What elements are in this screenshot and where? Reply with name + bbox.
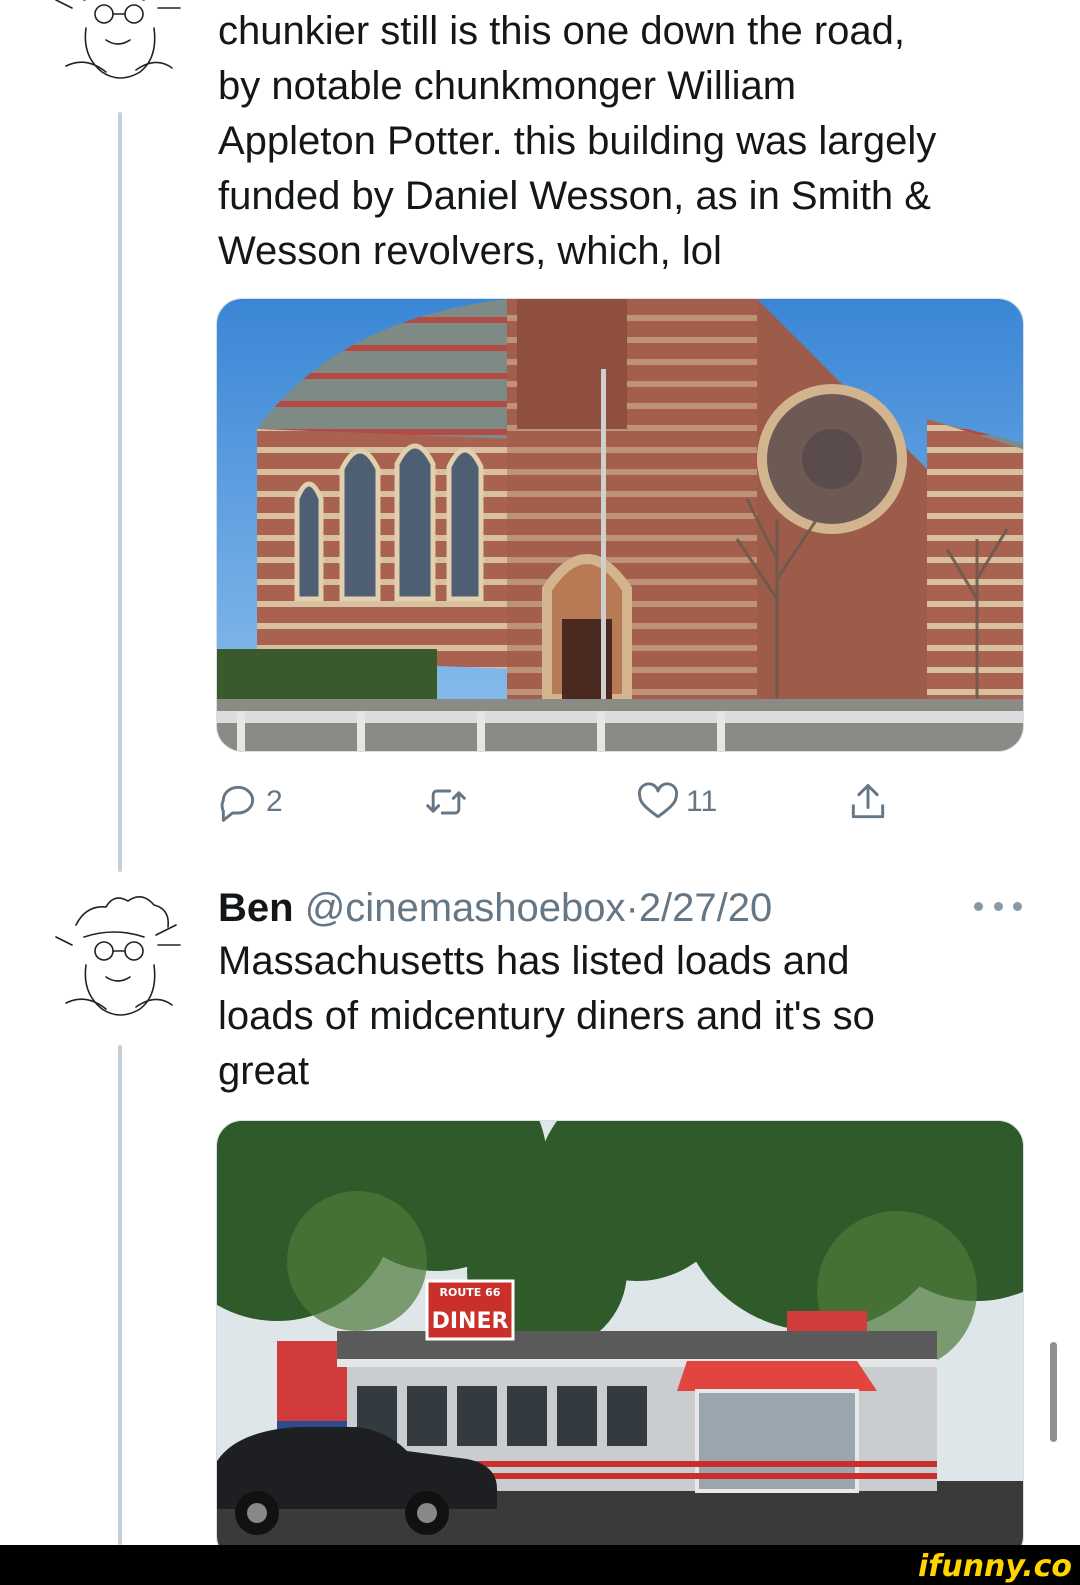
more-icon	[974, 901, 983, 911]
reply-button[interactable]: 2	[216, 772, 283, 832]
avatar[interactable]	[46, 885, 192, 1031]
author-handle[interactable]: @cinemashoebox	[305, 886, 626, 930]
like-icon	[637, 782, 679, 819]
author-name[interactable]: Ben	[218, 886, 294, 930]
tweet-text: Massachusetts has listed loads and loads…	[218, 939, 875, 1093]
avatar[interactable]	[46, 0, 192, 94]
tweet-image-diner[interactable]: ROUTE 66 DINER	[216, 1120, 1024, 1562]
tweet-action-bar: 2 11	[216, 772, 916, 832]
more-button[interactable]	[974, 886, 1022, 926]
church-photo	[217, 299, 1023, 751]
reply-count: 2	[266, 785, 283, 818]
diner-sign-small: ROUTE 66	[440, 1286, 501, 1299]
tweet-image-church[interactable]	[216, 298, 1024, 752]
scrollbar[interactable]	[1050, 1342, 1057, 1442]
avatar-sketch-icon	[55, 896, 181, 1016]
watermark-logo: ifunny.co	[918, 1549, 1072, 1584]
thread-line-bottom	[118, 1045, 122, 1545]
thread-line-top	[118, 112, 122, 872]
like-count: 11	[686, 785, 718, 818]
diner-photo: ROUTE 66 DINER	[217, 1121, 1023, 1561]
retweet-button[interactable]	[424, 772, 468, 832]
more-icon	[993, 901, 1003, 911]
diner-sign: DINER	[432, 1309, 509, 1334]
share-button[interactable]	[846, 772, 890, 832]
more-icon	[1013, 901, 1022, 911]
avatar-sketch-icon	[55, 0, 181, 79]
like-button[interactable]: 11	[636, 772, 717, 832]
tweet-date[interactable]: 2/27/20	[639, 886, 772, 930]
reply-icon	[220, 785, 255, 822]
share-icon	[851, 784, 885, 819]
tweet-header: Ben @cinemashoebox·2/27/20	[218, 880, 1018, 936]
retweet-icon	[426, 789, 466, 815]
tweet-text: chunkier still is this one down the road…	[218, 9, 937, 273]
separator: ·	[625, 886, 639, 930]
